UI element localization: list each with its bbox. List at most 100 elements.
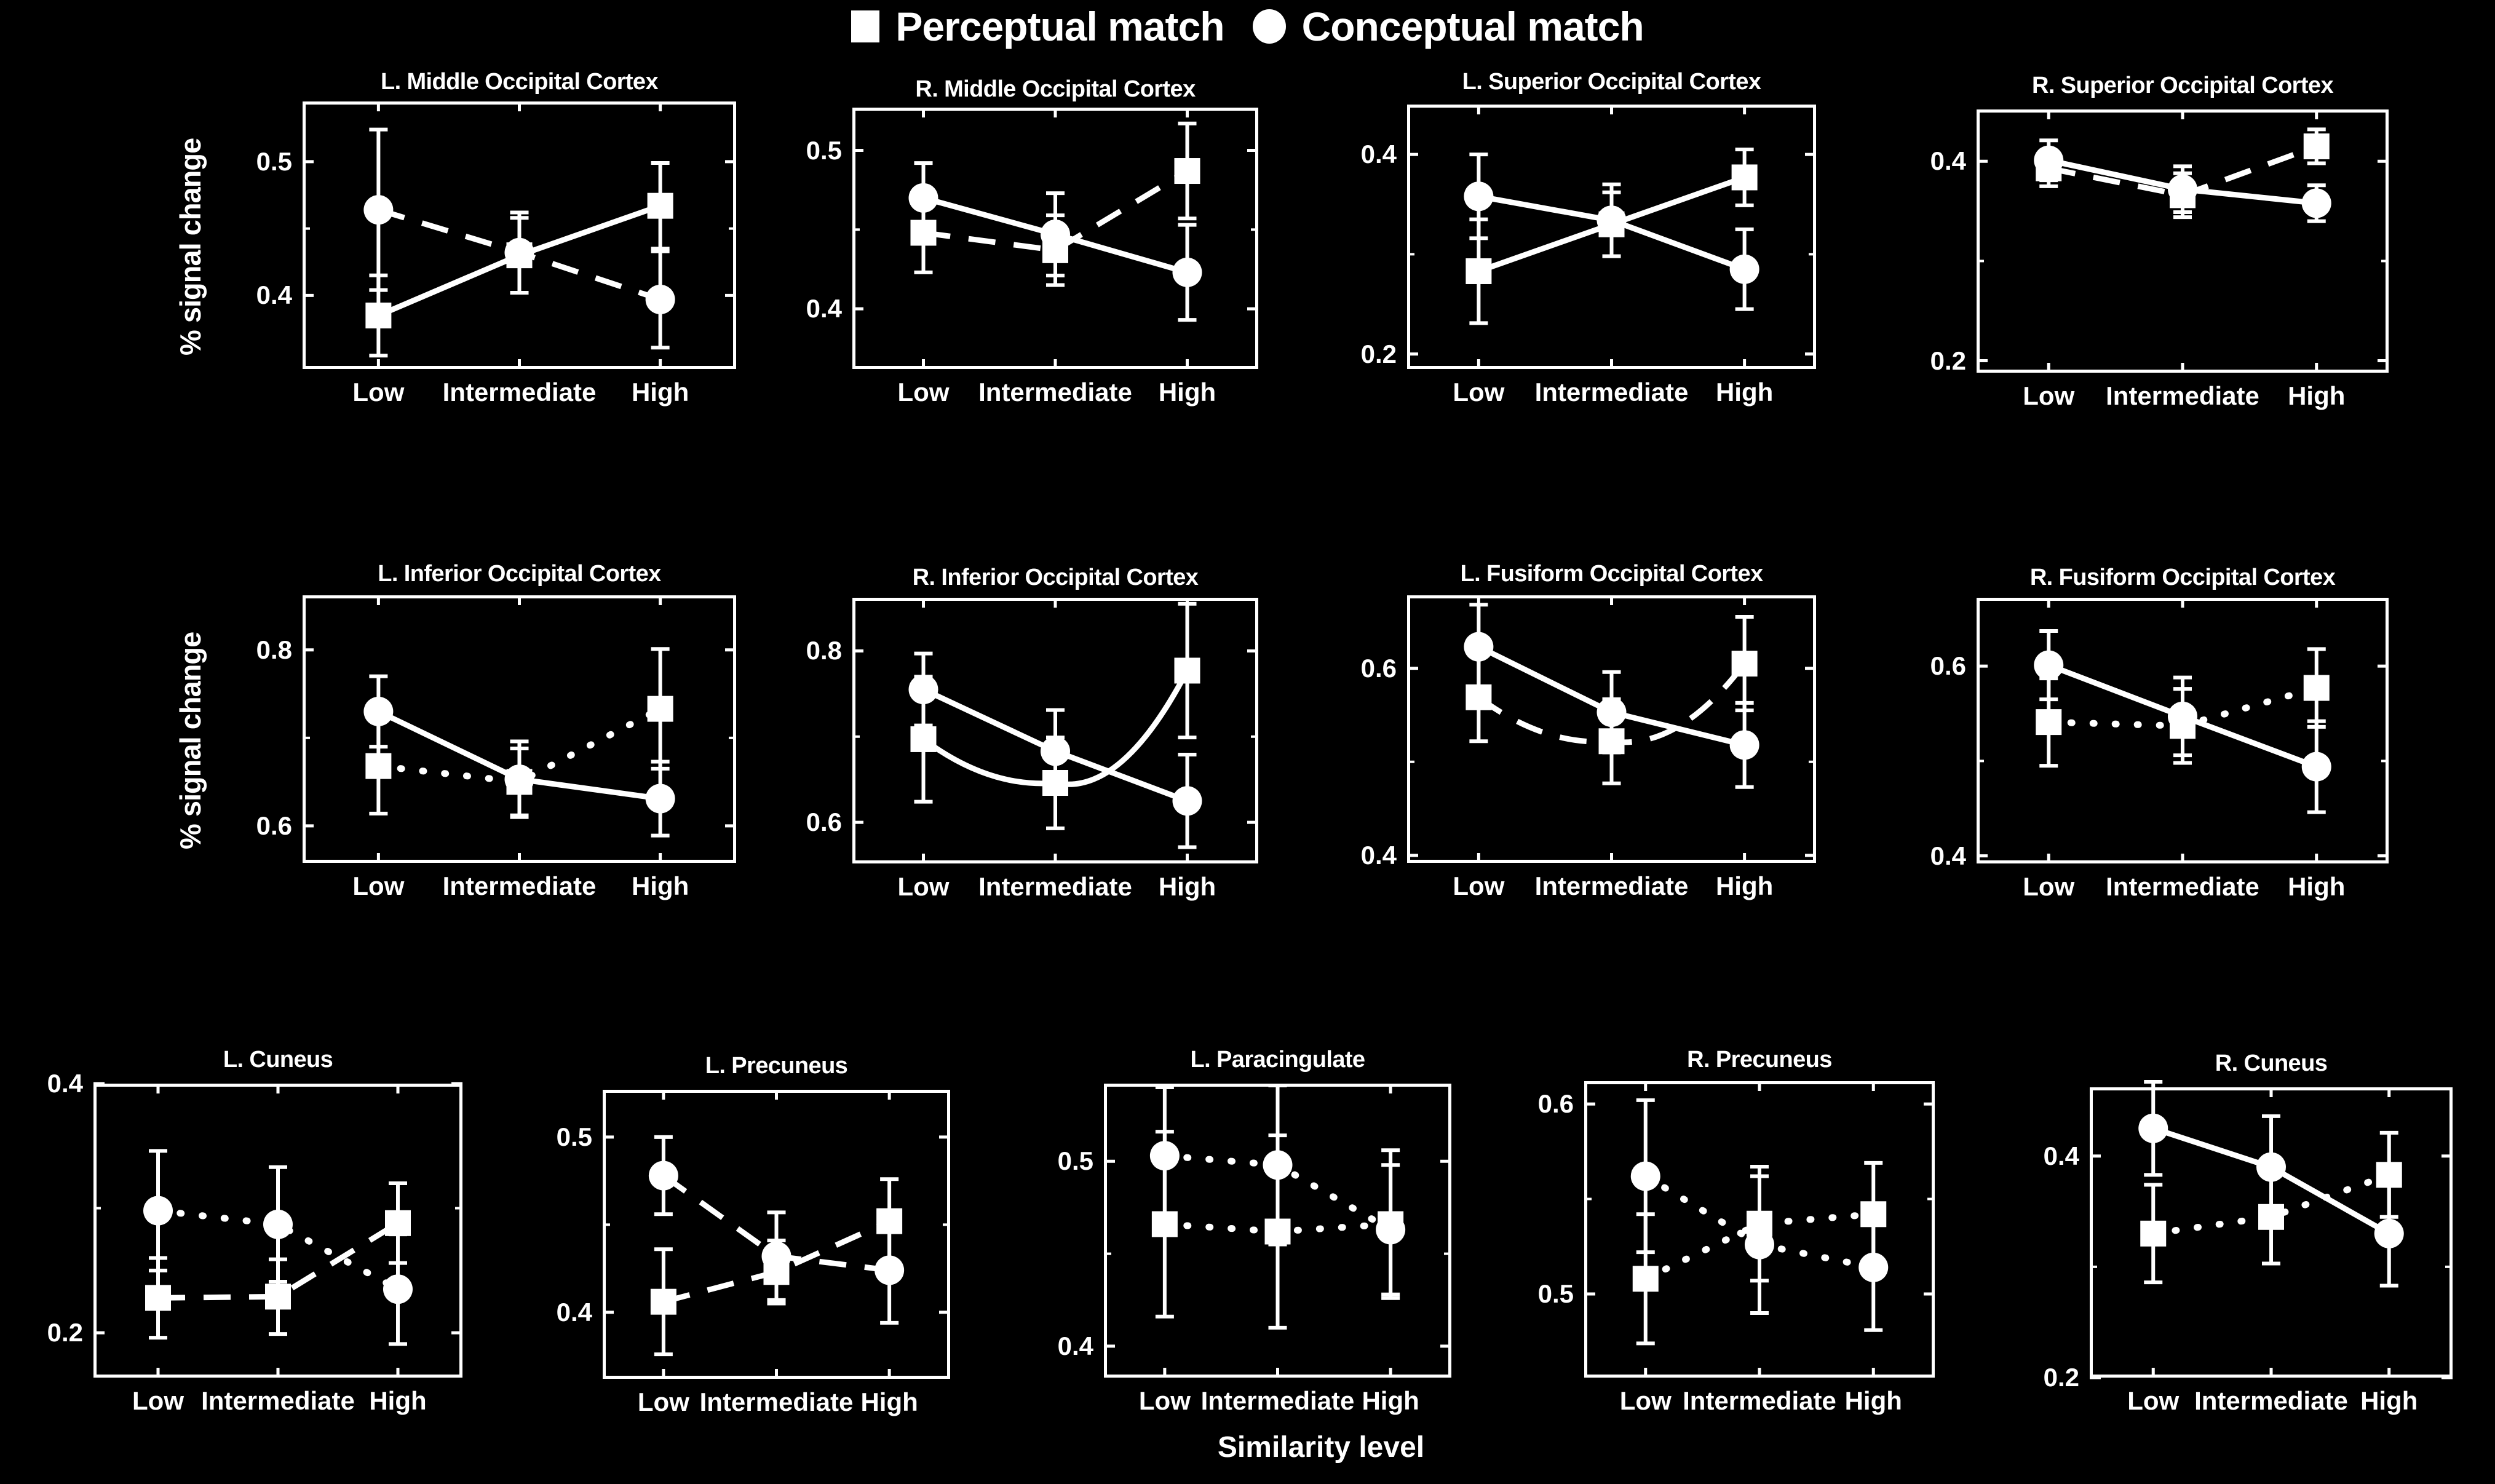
circle-marker-icon bbox=[1252, 9, 1286, 44]
y-tick-label: 0.4 bbox=[47, 1069, 83, 1098]
x-tick-label: Low bbox=[897, 872, 950, 901]
plot-area bbox=[1104, 1084, 1451, 1378]
plot-area bbox=[1407, 595, 1816, 863]
y-tick-label: 0.6 bbox=[806, 807, 842, 837]
y-tick-label: 0.5 bbox=[256, 146, 292, 176]
x-tick-label: Intermediate bbox=[2106, 381, 2259, 410]
plot-area bbox=[1977, 109, 2389, 373]
panel-title: R. Superior Occipital Cortex bbox=[2032, 73, 2334, 98]
legend-item-perceptual: Perceptual match bbox=[851, 4, 1225, 49]
square-marker-icon bbox=[851, 10, 880, 42]
y-tick-label: 0.6 bbox=[1360, 653, 1397, 683]
y-tick-label: 0.8 bbox=[806, 636, 842, 665]
x-tick-label: High bbox=[1362, 1386, 1419, 1415]
x-tick-label: Low bbox=[2023, 381, 2075, 410]
y-tick-label: 0.5 bbox=[556, 1122, 592, 1151]
x-tick-label: Intermediate bbox=[442, 378, 597, 407]
x-tick-label: Low bbox=[2023, 872, 2075, 901]
y-tick-label: 0.4 bbox=[1057, 1331, 1093, 1360]
plot-area bbox=[93, 1084, 462, 1378]
x-tick-label: Low bbox=[1138, 1386, 1191, 1415]
y-tick-label: 0.2 bbox=[2043, 1363, 2079, 1392]
x-tick-label: Intermediate bbox=[1534, 378, 1689, 407]
x-tick-label: Low bbox=[352, 378, 405, 407]
x-tick-label: High bbox=[2288, 381, 2346, 410]
y-tick-label: 0.8 bbox=[256, 635, 292, 664]
y-tick-label: 0.5 bbox=[1537, 1279, 1574, 1309]
plot-area bbox=[1977, 598, 2389, 863]
x-tick-label: Intermediate bbox=[2194, 1386, 2348, 1415]
y-tick-label: 0.4 bbox=[806, 294, 842, 323]
x-tick-label: Intermediate bbox=[1534, 871, 1689, 900]
y-tick-label: 0.5 bbox=[1057, 1146, 1093, 1176]
panel-title: R. Cuneus bbox=[2215, 1050, 2328, 1076]
y-tick-label: 0.2 bbox=[1360, 339, 1397, 368]
y-tick-label: 0.5 bbox=[806, 135, 842, 165]
panel-title: R. Fusiform Occipital Cortex bbox=[2029, 565, 2336, 590]
plot-area bbox=[1584, 1081, 1935, 1378]
y-tick-label: 0.4 bbox=[556, 1297, 592, 1327]
panel-title: L. Inferior Occipital Cortex bbox=[378, 561, 661, 587]
x-tick-label: Intermediate bbox=[1200, 1386, 1355, 1415]
y-tick-label: 0.2 bbox=[47, 1318, 83, 1347]
plot-area bbox=[2090, 1087, 2453, 1378]
panel-title: L. Cuneus bbox=[223, 1047, 333, 1073]
x-tick-label: High bbox=[860, 1387, 918, 1416]
y-tick-label: 0.2 bbox=[1930, 346, 1966, 375]
x-tick-label: High bbox=[1715, 378, 1774, 407]
x-tick-label: High bbox=[2288, 872, 2346, 901]
x-tick-label: Intermediate bbox=[978, 872, 1132, 901]
panel-title: L. Precuneus bbox=[705, 1053, 848, 1079]
y-tick-label: 0.6 bbox=[1930, 651, 1966, 681]
y-tick-label: 0.4 bbox=[1360, 840, 1397, 870]
x-tick-label: High bbox=[1844, 1386, 1902, 1415]
x-tick-label: Low bbox=[2127, 1386, 2180, 1415]
x-tick-label: Intermediate bbox=[442, 871, 597, 900]
y-tick-label: 0.6 bbox=[256, 811, 292, 840]
x-tick-label: High bbox=[1158, 378, 1216, 407]
x-tick-label: Intermediate bbox=[699, 1387, 854, 1416]
legend-item-conceptual: Conceptual match bbox=[1252, 4, 1644, 49]
x-tick-label: Low bbox=[1619, 1386, 1672, 1415]
x-tick-label: Low bbox=[132, 1386, 184, 1415]
x-tick-label: Intermediate bbox=[1683, 1386, 1836, 1415]
y-tick-label: 0.4 bbox=[2043, 1141, 2079, 1170]
x-tick-label: Low bbox=[897, 378, 950, 407]
x-tick-label: Intermediate bbox=[978, 378, 1132, 407]
x-tick-label: Low bbox=[637, 1387, 689, 1416]
x-tick-label: Intermediate bbox=[201, 1386, 355, 1415]
panel-title: L. Superior Occipital Cortex bbox=[1462, 69, 1761, 95]
plot-area bbox=[603, 1090, 950, 1379]
plot-area bbox=[303, 595, 736, 863]
x-tick-label: High bbox=[1158, 872, 1216, 901]
y-tick-label: 0.4 bbox=[1360, 140, 1397, 169]
y-tick-label: 0.4 bbox=[256, 280, 292, 310]
x-tick-label: Low bbox=[352, 871, 405, 900]
legend-label-perceptual: Perceptual match bbox=[895, 4, 1224, 49]
x-tick-label: Low bbox=[1453, 871, 1505, 900]
y-tick-label: 0.4 bbox=[1930, 146, 1966, 176]
panel-title: L. Middle Occipital Cortex bbox=[380, 69, 659, 95]
chart-legend: Perceptual match Conceptual match bbox=[0, 0, 2495, 53]
plot-area bbox=[852, 108, 1258, 369]
plot-area bbox=[1407, 105, 1816, 369]
plot-area bbox=[303, 101, 736, 369]
panel-title: L. Paracingulate bbox=[1190, 1047, 1366, 1073]
panel-title: R. Inferior Occipital Cortex bbox=[912, 565, 1199, 590]
y-tick-label: 0.6 bbox=[1537, 1089, 1574, 1119]
x-tick-label: High bbox=[2360, 1386, 2418, 1415]
y-axis-title: % signal change bbox=[174, 632, 207, 849]
y-tick-label: 0.4 bbox=[1930, 841, 1966, 870]
x-tick-label: Intermediate bbox=[2106, 872, 2259, 901]
panel-title: R. Precuneus bbox=[1687, 1047, 1832, 1073]
y-axis-title: % signal change bbox=[174, 138, 207, 355]
x-tick-label: High bbox=[369, 1386, 427, 1415]
panel-title: R. Middle Occipital Cortex bbox=[915, 76, 1196, 102]
plot-area bbox=[852, 598, 1258, 863]
panel-title: L. Fusiform Occipital Cortex bbox=[1460, 561, 1763, 587]
x-tick-label: Low bbox=[1453, 378, 1505, 407]
x-tick-label: High bbox=[1715, 871, 1774, 900]
x-tick-label: High bbox=[631, 378, 689, 407]
x-axis-title: Similarity level bbox=[1217, 1431, 1425, 1464]
legend-label-conceptual: Conceptual match bbox=[1301, 4, 1644, 49]
